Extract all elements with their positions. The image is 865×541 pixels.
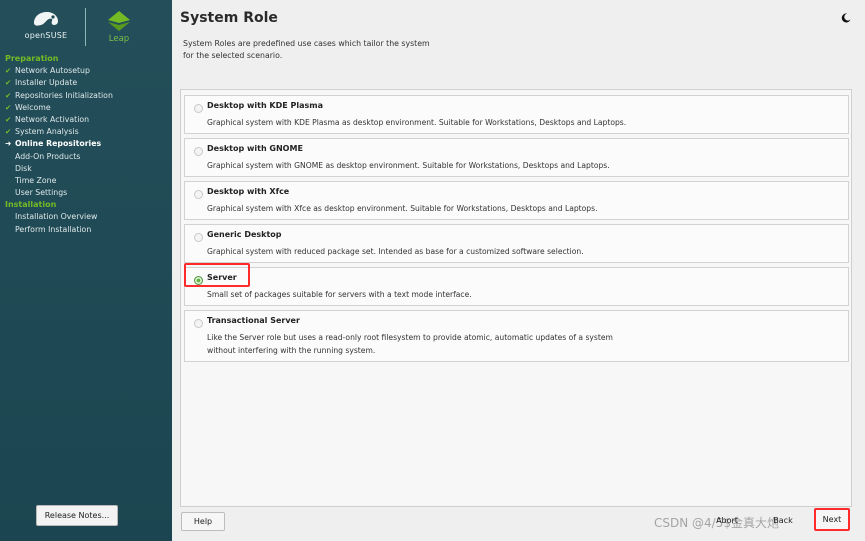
- role-description: Graphical system with reduced package se…: [207, 246, 667, 259]
- opensuse-logo: openSUSE: [22, 9, 70, 45]
- radio-button[interactable]: [194, 147, 203, 156]
- step-label: User Settings: [15, 188, 68, 198]
- step-label: Network Autosetup: [15, 66, 90, 76]
- step-label: Repositories Initialization: [15, 90, 113, 100]
- main-content: System Role System Roles are predefined …: [172, 0, 865, 541]
- step-label: Perform Installation: [15, 224, 92, 234]
- step-label: Installation Overview: [15, 212, 98, 222]
- role-title: Desktop with KDE Plasma: [207, 101, 324, 110]
- logo-area: openSUSE Leap: [0, 0, 172, 52]
- role-description: Graphical system with KDE Plasma as desk…: [207, 117, 667, 130]
- intro-line-1: System Roles are predefined use cases wh…: [183, 39, 430, 48]
- checkmark-icon: ✔: [5, 127, 12, 137]
- abort-button[interactable]: Abort: [707, 512, 747, 529]
- radio-button[interactable]: [194, 233, 203, 242]
- checkmark-icon: ✔: [5, 78, 12, 88]
- step-system-analysis: ✔ System Analysis: [5, 126, 170, 138]
- step-user-settings: User Settings: [5, 187, 170, 199]
- arrow-icon: ➜: [5, 139, 12, 149]
- role-description: Graphical system with GNOME as desktop e…: [207, 160, 667, 173]
- next-button[interactable]: Next: [814, 508, 850, 531]
- role-description: Like the Server role but uses a read-onl…: [207, 332, 667, 357]
- installation-steps: Preparation ✔ Network Autosetup ✔ Installe…: [5, 53, 170, 236]
- role-desc-line: Graphical system with KDE Plasma as desk…: [207, 118, 627, 127]
- role-option-xfce[interactable]: Desktop with Xfce Graphical system with …: [184, 181, 849, 220]
- radio-button[interactable]: [194, 319, 203, 328]
- back-button[interactable]: Back: [768, 512, 798, 529]
- intro-line-2: for the selected scenario.: [183, 51, 283, 60]
- release-notes-button[interactable]: Release Notes...: [36, 505, 118, 526]
- step-time-zone: Time Zone: [5, 175, 170, 187]
- moon-icon[interactable]: [841, 13, 851, 23]
- role-title: Desktop with Xfce: [207, 187, 290, 196]
- step-label: Installer Update: [15, 78, 78, 88]
- role-option-transactional-server[interactable]: Transactional Server Like the Server rol…: [184, 310, 849, 362]
- role-description: Graphical system with Xfce as desktop en…: [207, 203, 667, 216]
- role-desc-line: Graphical system with GNOME as desktop e…: [207, 161, 610, 170]
- role-option-gnome[interactable]: Desktop with GNOME Graphical system with…: [184, 138, 849, 177]
- checkmark-icon: ✔: [5, 102, 12, 112]
- step-welcome: ✔ Welcome: [5, 102, 170, 114]
- help-button[interactable]: Help: [181, 512, 225, 531]
- section-preparation: Preparation: [5, 54, 59, 63]
- sidebar: openSUSE Leap Preparation ✔ Network Autos…: [0, 0, 172, 541]
- step-label: Add-On Products: [15, 151, 81, 161]
- role-desc-line: without interfering with the running sys…: [207, 345, 376, 355]
- leap-logo: Leap: [104, 10, 134, 44]
- role-desc-line: Graphical system with Xfce as desktop en…: [207, 204, 598, 213]
- role-description: Small set of packages suitable for serve…: [207, 289, 667, 302]
- step-add-on-products: Add-On Products: [5, 151, 170, 163]
- logo-divider: [85, 8, 86, 46]
- step-installation-overview: Installation Overview: [5, 211, 170, 223]
- opensuse-wordmark: openSUSE: [24, 31, 68, 40]
- role-desc-line: Small set of packages suitable for serve…: [207, 290, 472, 299]
- role-option-server[interactable]: Server Small set of packages suitable fo…: [184, 267, 849, 306]
- chameleon-icon: [34, 12, 58, 26]
- leap-wordmark: Leap: [108, 34, 130, 44]
- role-option-kde-plasma[interactable]: Desktop with KDE Plasma Graphical system…: [184, 95, 849, 134]
- role-title: Transactional Server: [207, 316, 300, 325]
- step-online-repositories: ➜ Online Repositories: [5, 138, 170, 150]
- leap-diamond-icon: [108, 11, 130, 31]
- role-option-generic-desktop[interactable]: Generic Desktop Graphical system with re…: [184, 224, 849, 263]
- step-label: Online Repositories: [15, 139, 102, 149]
- step-installer-update: ✔ Installer Update: [5, 77, 170, 89]
- step-repositories-initialization: ✔ Repositories Initialization: [5, 90, 170, 102]
- step-label: System Analysis: [15, 127, 79, 137]
- step-label: Welcome: [15, 102, 51, 112]
- intro-text: System Roles are predefined use cases wh…: [183, 38, 603, 62]
- checkmark-icon: ✔: [5, 90, 12, 100]
- server-highlight-box: [184, 263, 250, 287]
- role-desc-line: Graphical system with reduced package se…: [207, 247, 584, 256]
- step-disk: Disk: [5, 163, 170, 175]
- page-title: System Role: [180, 10, 278, 26]
- section-installation: Installation: [5, 200, 57, 210]
- role-title: Desktop with GNOME: [207, 144, 303, 153]
- checkmark-icon: ✔: [5, 114, 12, 124]
- step-network-activation: ✔ Network Activation: [5, 114, 170, 126]
- system-role-list: Desktop with KDE Plasma Graphical system…: [180, 89, 852, 507]
- radio-button[interactable]: [194, 104, 203, 113]
- role-title: Generic Desktop: [207, 230, 282, 239]
- step-network-autosetup: ✔ Network Autosetup: [5, 65, 170, 77]
- step-label: Time Zone: [15, 175, 57, 185]
- radio-button[interactable]: [194, 190, 203, 199]
- step-perform-installation: Perform Installation: [5, 224, 170, 236]
- role-desc-line: Like the Server role but uses a read-onl…: [207, 333, 613, 342]
- step-label: Disk: [15, 163, 32, 173]
- checkmark-icon: ✔: [5, 66, 12, 76]
- step-label: Network Activation: [15, 114, 90, 124]
